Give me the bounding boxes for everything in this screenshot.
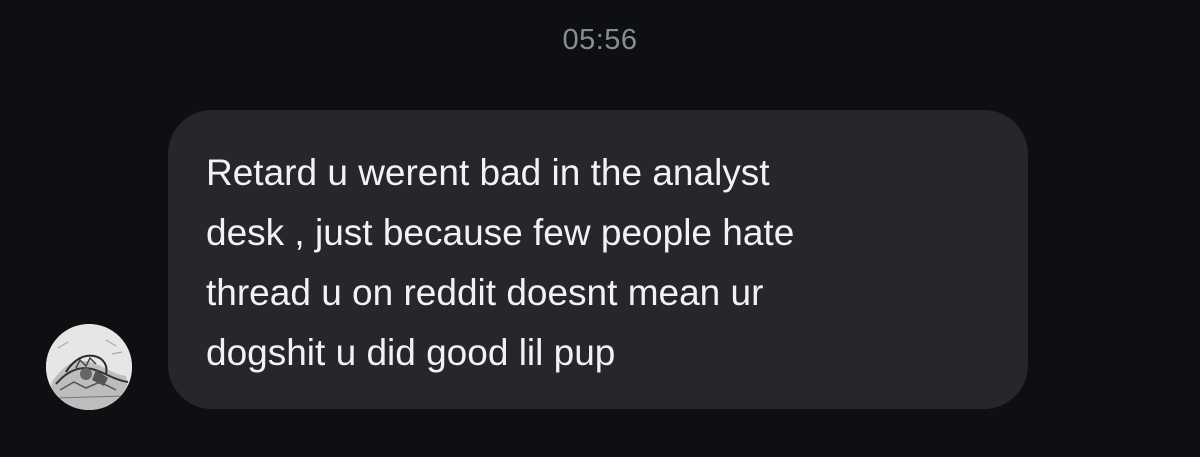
message-timestamp: 05:56 [562, 24, 638, 56]
profile-picture-icon [46, 324, 132, 410]
message-bubble[interactable]: Retard u werent bad in the analyst desk … [168, 110, 1028, 409]
chat-screen: 05:56 Retard u werent bad in the analyst… [0, 0, 1200, 457]
incoming-message-row: Retard u werent bad in the analyst desk … [46, 110, 1046, 410]
sender-avatar[interactable] [46, 324, 132, 410]
message-text: Retard u werent bad in the analyst desk … [206, 152, 795, 373]
